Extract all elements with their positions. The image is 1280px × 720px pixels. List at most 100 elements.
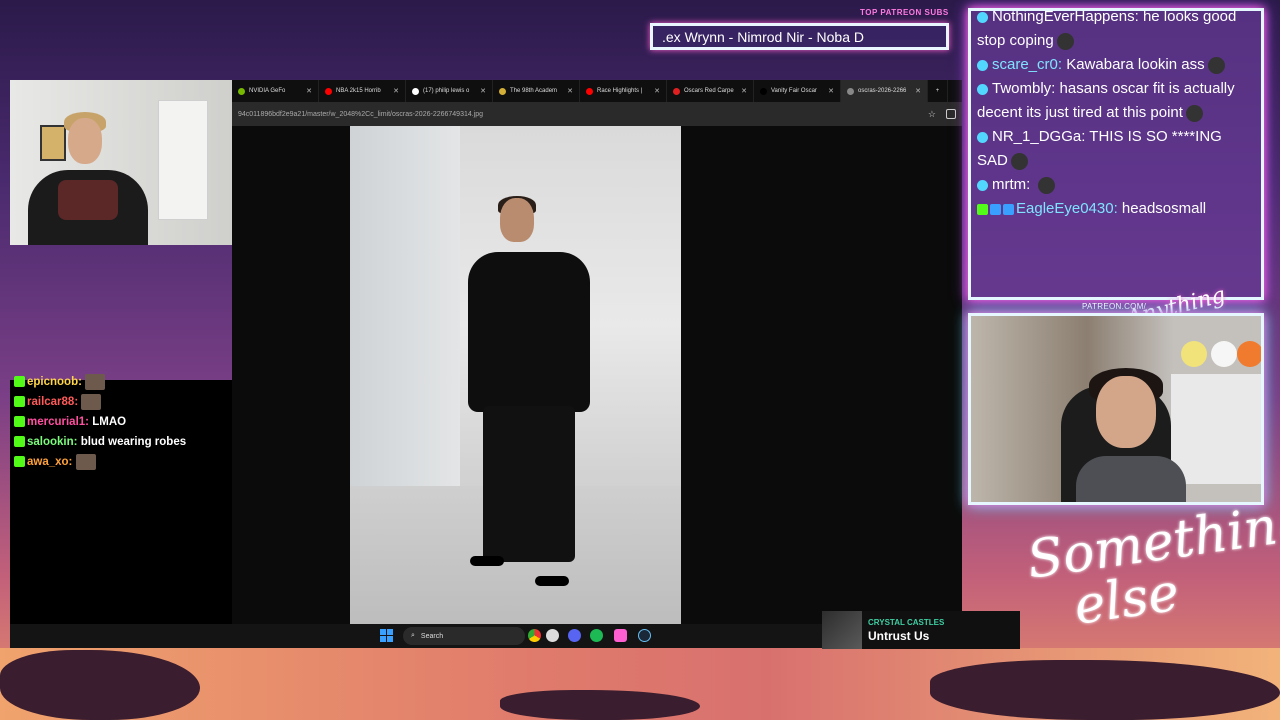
chat-overlay-right: NothingEverHappens: he looks good stop c… bbox=[968, 8, 1264, 300]
spotify-icon[interactable] bbox=[590, 629, 603, 642]
search-placeholder: Search bbox=[420, 632, 444, 640]
red-carpet-photo bbox=[350, 126, 681, 624]
chat-username[interactable]: mrtm: bbox=[992, 176, 1030, 193]
tab-close-icon[interactable]: ✕ bbox=[393, 87, 399, 95]
tab-close-icon[interactable]: ✕ bbox=[741, 87, 747, 95]
chat-username[interactable]: salookin: bbox=[27, 436, 77, 448]
browser-tab[interactable]: NBA 2k15 Horrib ✕ bbox=[319, 80, 406, 102]
chat-username[interactable]: EagleEye0430: bbox=[1016, 200, 1118, 217]
cam2-plush bbox=[1237, 341, 1261, 367]
photo-wall bbox=[350, 126, 460, 486]
extensions-icon[interactable] bbox=[946, 109, 956, 119]
browser-tab[interactable]: Oscars Red Carpe ✕ bbox=[667, 80, 754, 102]
chat-badge-icon bbox=[14, 396, 25, 408]
cam2-shirt bbox=[1076, 456, 1186, 502]
tab-close-icon[interactable]: ✕ bbox=[828, 87, 834, 95]
browser-tab[interactable]: oscras-2026-2266 ✕ bbox=[841, 80, 928, 102]
tab-favicon-icon bbox=[238, 87, 245, 95]
chat-badge-icon bbox=[977, 179, 988, 191]
tab-label: Vanity Fair Oscar bbox=[771, 88, 817, 94]
start-button[interactable] bbox=[380, 629, 393, 642]
chat-badge-icon bbox=[977, 83, 988, 95]
search-icon: ⌕ bbox=[411, 632, 415, 639]
chat-username[interactable]: epicnoob: bbox=[27, 376, 82, 388]
tab-close-icon[interactable]: ✕ bbox=[567, 87, 573, 95]
browser-tab[interactable]: The 98th Academ ✕ bbox=[493, 80, 580, 102]
cam2-plush bbox=[1211, 341, 1237, 367]
cam-shirt-print bbox=[58, 180, 118, 220]
chat-emote-icon bbox=[1010, 152, 1028, 170]
chat-badge-icon bbox=[990, 203, 1001, 215]
chrome-icon[interactable] bbox=[528, 629, 541, 642]
tab-close-icon[interactable]: ✕ bbox=[306, 87, 312, 95]
github-icon[interactable] bbox=[546, 629, 559, 642]
obs-icon[interactable] bbox=[614, 629, 627, 642]
discord-icon[interactable] bbox=[568, 629, 581, 642]
browser-window: NVIDIA GeFo ✕ NBA 2k15 Horrib ✕ (17) philip … bbox=[232, 80, 962, 624]
top-subs-label: TOP PATREON SUBS bbox=[860, 8, 949, 17]
tab-label: Race Highlights | bbox=[597, 88, 643, 94]
artist-name: CRYSTAL CASTLES bbox=[868, 617, 945, 627]
chat-badge-icon bbox=[977, 59, 988, 71]
cam-door bbox=[158, 100, 208, 220]
url-text: 94c011896bdf2e9a21/master/w_2048%2Cc_lim… bbox=[238, 110, 484, 118]
browser-tab[interactable]: Race Highlights | ✕ bbox=[580, 80, 667, 102]
taskbar-search[interactable]: ⌕ Search bbox=[403, 627, 525, 645]
tab-favicon-icon bbox=[499, 87, 506, 95]
chat-emote-icon bbox=[1037, 176, 1055, 194]
chat-text: Kawabara lookin ass bbox=[1066, 56, 1205, 73]
chat-username[interactable]: awa_xo: bbox=[27, 456, 72, 468]
top-subs-box: .ex Wrynn - Nimrod Nir - Noba D bbox=[650, 23, 949, 50]
chat-message: mercurial1: LMAO bbox=[14, 412, 228, 432]
webcam-streamer-left bbox=[10, 80, 232, 245]
tab-favicon-icon bbox=[847, 87, 854, 95]
chat-username[interactable]: railcar88: bbox=[27, 396, 78, 408]
chat-username[interactable]: mercurial1: bbox=[27, 416, 89, 428]
chat-overlay-left: epicnoob: railcar88: mercurial1: LMAO sal… bbox=[10, 373, 232, 624]
now-playing-widget: CRYSTAL CASTLES Untrust Us bbox=[822, 611, 1020, 649]
tab-label: NBA 2k15 Horrib bbox=[336, 88, 381, 94]
tab-label: The 98th Academ bbox=[510, 88, 558, 94]
new-tab-button[interactable]: + bbox=[928, 80, 948, 102]
cam2-face bbox=[1096, 376, 1156, 448]
tab-close-icon[interactable]: ✕ bbox=[915, 87, 921, 95]
tab-favicon-icon bbox=[325, 87, 332, 95]
tab-close-icon[interactable]: ✕ bbox=[654, 87, 660, 95]
bookmark-star-icon[interactable]: ☆ bbox=[928, 109, 936, 120]
chat-username[interactable]: Twombly: bbox=[992, 80, 1055, 97]
photo-head bbox=[500, 198, 534, 242]
chat-username[interactable]: scare_cr0: bbox=[992, 56, 1062, 73]
tab-label: NVIDIA GeFo bbox=[249, 88, 286, 94]
chat-message: awa_xo: bbox=[14, 452, 228, 472]
tab-favicon-icon bbox=[586, 87, 593, 95]
chat-username[interactable]: NR_1_DGGa: bbox=[992, 128, 1085, 145]
browser-tab[interactable]: (17) philip lewis o ✕ bbox=[406, 80, 493, 102]
chat-message: EagleEye0430: headsosmall bbox=[977, 197, 1255, 221]
chat-text: blud wearing robes bbox=[80, 436, 187, 448]
chat-badge-icon bbox=[977, 131, 988, 143]
chat-badge-icon bbox=[14, 456, 25, 468]
something-else-logo: Something else bbox=[1024, 492, 1280, 639]
steam-icon[interactable] bbox=[638, 629, 651, 642]
chat-message: mrtm: bbox=[977, 173, 1255, 197]
album-art bbox=[822, 611, 862, 649]
tab-close-icon[interactable]: ✕ bbox=[480, 87, 486, 95]
palm-silhouette bbox=[500, 690, 700, 720]
chat-emote-icon bbox=[1185, 104, 1203, 122]
chat-badge-icon bbox=[14, 376, 25, 388]
tab-label: oscras-2026-2266 bbox=[858, 88, 907, 94]
browser-tab[interactable]: Vanity Fair Oscar ✕ bbox=[754, 80, 841, 102]
chat-message: scare_cr0: Kawabara lookin ass bbox=[977, 53, 1255, 77]
cam2-dresser bbox=[1171, 374, 1261, 484]
address-bar[interactable]: 94c011896bdf2e9a21/master/w_2048%2Cc_lim… bbox=[232, 102, 962, 126]
browser-tab[interactable]: NVIDIA GeFo ✕ bbox=[232, 80, 319, 102]
cam-wall-art bbox=[40, 125, 66, 161]
chat-emote-icon bbox=[81, 393, 102, 410]
chat-username[interactable]: NothingEverHappens: bbox=[992, 11, 1139, 25]
image-viewer bbox=[232, 126, 962, 624]
photo-shoe bbox=[535, 576, 569, 586]
photo-shoe bbox=[470, 556, 504, 566]
photo-jacket bbox=[468, 252, 590, 412]
tab-favicon-icon bbox=[412, 87, 419, 95]
chat-badge-icon bbox=[1003, 203, 1014, 215]
